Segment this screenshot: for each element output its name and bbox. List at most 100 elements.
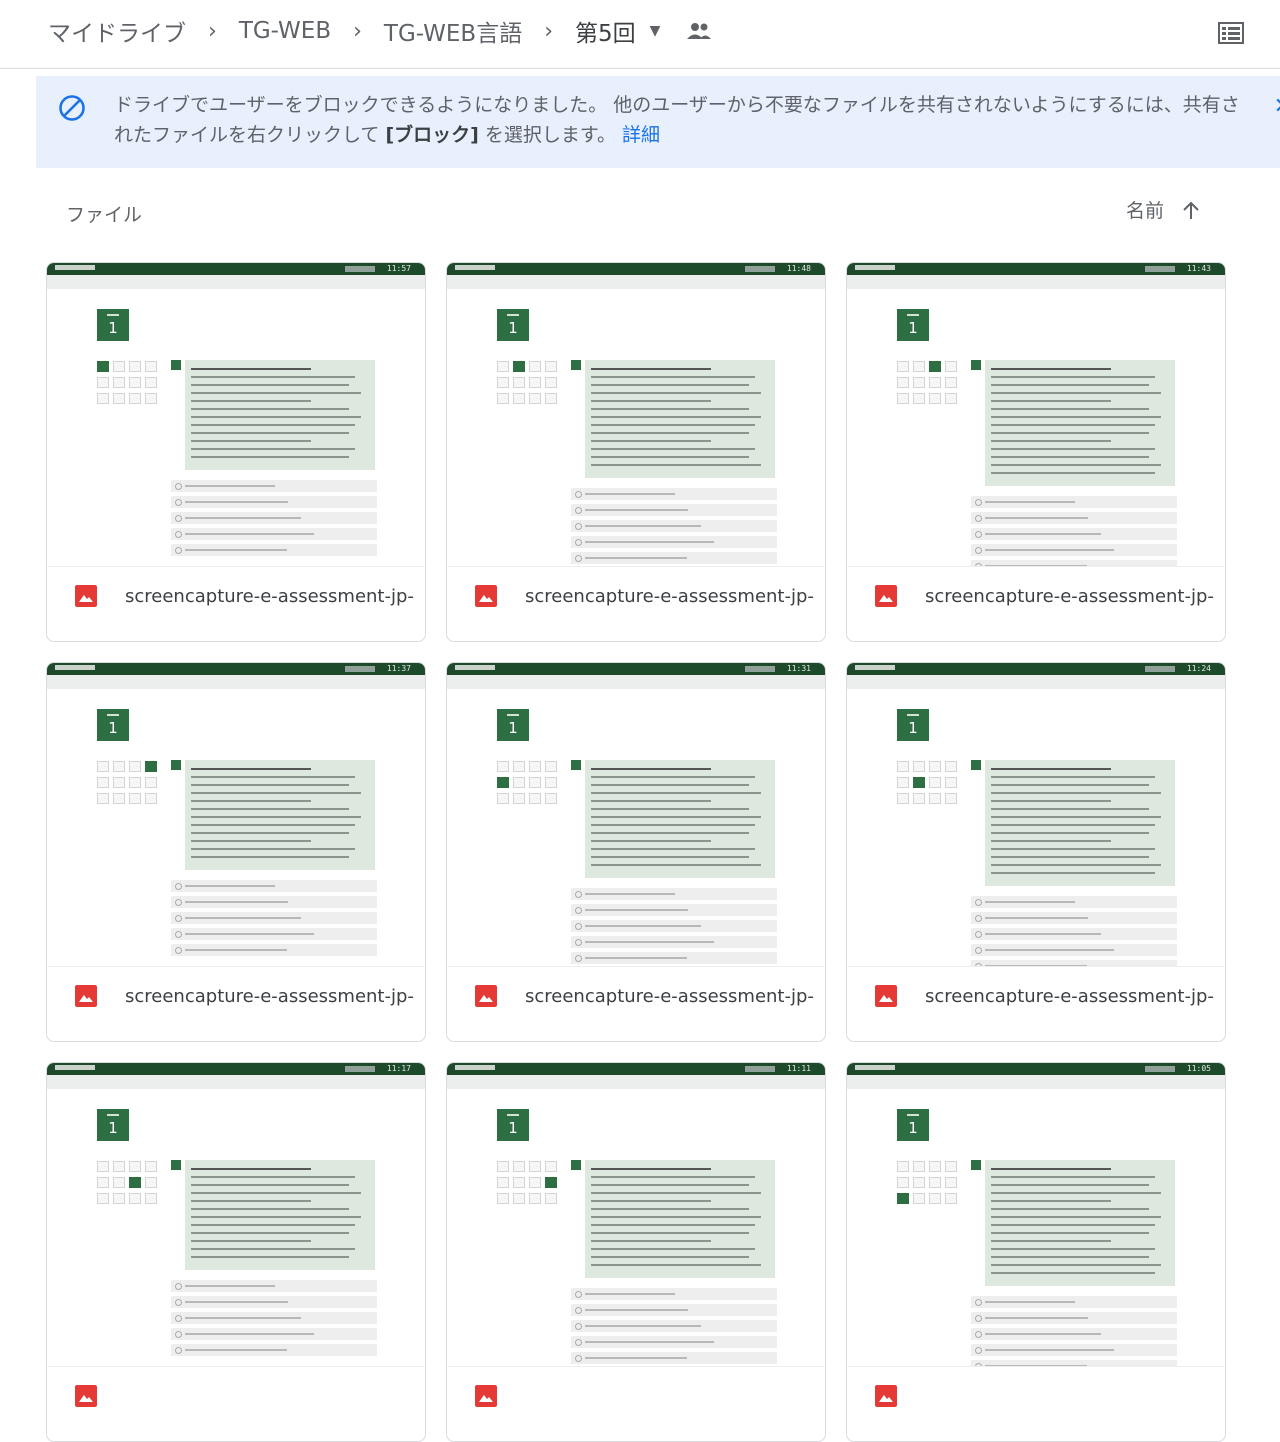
image-file-icon: [475, 1385, 497, 1407]
answer-option: [171, 544, 377, 556]
question-nav-cell: [513, 1161, 525, 1172]
answer-option: [971, 496, 1177, 508]
option-text-line: [585, 925, 701, 927]
file-card[interactable]: 11:48 1 screencapture-e-assessment-jp-1.…: [446, 262, 826, 642]
answer-option: [971, 928, 1177, 940]
file-thumbnail[interactable]: 11:43 1: [847, 263, 1225, 567]
sort-label[interactable]: 名前: [1126, 196, 1164, 223]
question-nav-cell: [97, 1177, 109, 1188]
text-line: [191, 808, 349, 810]
file-card[interactable]: 11:31 1 screencapture-e-assessment-jp-1.…: [446, 662, 826, 1042]
breadcrumb-my-drive[interactable]: マイドライブ: [48, 14, 186, 48]
option-text-line: [585, 1357, 687, 1359]
text-line: [191, 1208, 349, 1210]
shared-people-icon[interactable]: [686, 21, 712, 41]
text-line: [191, 400, 311, 402]
text-line: [991, 840, 1111, 842]
option-text-line: [985, 901, 1075, 903]
question-nav-cell: [945, 377, 957, 388]
text-line: [191, 408, 349, 410]
question-nav-cell: [529, 1177, 541, 1188]
breadcrumb-current-folder[interactable]: 第5回: [575, 14, 636, 48]
file-name[interactable]: screencapture-e-assessment-jp-1...: [525, 986, 815, 1007]
thumb-subheader: [847, 1075, 1225, 1089]
caret-down-icon[interactable]: ▼: [650, 23, 661, 39]
answer-option: [971, 1328, 1177, 1340]
text-line: [591, 1264, 761, 1266]
thumb-timer: 11:11: [786, 1064, 811, 1073]
file-card[interactable]: 11:37 1 screencapture-e-assessment-jp-1.…: [46, 662, 426, 1042]
file-thumbnail[interactable]: 11:37 1: [47, 663, 425, 967]
text-line: [991, 768, 1111, 770]
text-line: [991, 456, 1149, 458]
question-nav-cell: [897, 1161, 909, 1172]
info-banner: ドライブでユーザーをブロックできるようになりました。 他のユーザーから不要なファ…: [36, 76, 1280, 168]
question-nav-cell: [497, 1193, 509, 1204]
question-panel: [185, 760, 375, 870]
thumb-status-pill: [345, 1066, 375, 1072]
image-file-icon: [875, 585, 897, 607]
file-thumbnail[interactable]: 11:24 1: [847, 663, 1225, 967]
question-nav-cell: [545, 377, 557, 388]
file-name[interactable]: screencapture-e-assessment-jp-1...: [125, 986, 415, 1007]
question-badge: 1: [97, 1109, 129, 1141]
question-nav-cell: [145, 393, 157, 404]
file-card[interactable]: 11:43 1 screencapture-e-assessment-jp-1.…: [846, 262, 1226, 642]
file-thumbnail[interactable]: 11:57 1: [47, 263, 425, 567]
file-thumbnail[interactable]: 11:11 1: [447, 1063, 825, 1367]
thumb-header-bar: 11:05: [847, 1063, 1225, 1075]
breadcrumb-tg-web-language[interactable]: TG-WEB言語: [384, 14, 522, 48]
thumb-timer: 11:48: [786, 264, 811, 273]
answer-option: [971, 512, 1177, 524]
answer-option: [571, 504, 777, 516]
file-thumbnail[interactable]: 11:17 1: [47, 1063, 425, 1367]
file-name[interactable]: screencapture-e-assessment-jp-1...: [125, 586, 415, 607]
question-panel: [185, 360, 375, 470]
question-nav-cell: [529, 1161, 541, 1172]
question-nav-cell: [545, 761, 557, 772]
question-nav-cell: [529, 393, 541, 404]
image-file-icon: [75, 585, 97, 607]
close-icon[interactable]: ✕: [1274, 94, 1280, 119]
text-line: [991, 1248, 1155, 1250]
file-card[interactable]: 11:57 1 screencapture-e-assessment-jp-1.…: [46, 262, 426, 642]
question-nav-cell: [145, 1161, 157, 1172]
file-card[interactable]: 11:11 1: [446, 1062, 826, 1442]
text-line: [591, 1176, 755, 1178]
question-nav-cell: [929, 361, 941, 372]
question-nav-cell: [97, 393, 109, 404]
file-name[interactable]: screencapture-e-assessment-jp-1...: [925, 586, 1215, 607]
file-name[interactable]: screencapture-e-assessment-jp-1...: [525, 586, 815, 607]
answer-option: [971, 544, 1177, 556]
thumb-subheader: [447, 1075, 825, 1089]
question-nav-cell: [945, 393, 957, 404]
divider: [47, 966, 425, 967]
file-name[interactable]: screencapture-e-assessment-jp-1...: [925, 986, 1215, 1007]
learn-more-link[interactable]: 詳細: [622, 124, 660, 146]
answer-option: [171, 1344, 377, 1356]
question-nav-cell: [97, 1193, 109, 1204]
file-card[interactable]: 11:17 1: [46, 1062, 426, 1442]
file-card[interactable]: 11:24 1 screencapture-e-assessment-jp-1.…: [846, 662, 1226, 1042]
question-nav-cell: [945, 1193, 957, 1204]
file-name-row: screencapture-e-assessment-jp-1...: [475, 985, 815, 1007]
file-thumbnail[interactable]: 11:05 1: [847, 1063, 1225, 1367]
text-line: [591, 784, 749, 786]
breadcrumb-tg-web[interactable]: TG-WEB: [239, 18, 331, 44]
divider: [47, 1366, 425, 1367]
option-text-line: [585, 525, 701, 527]
text-line: [991, 824, 1155, 826]
file-card[interactable]: 11:05 1: [846, 1062, 1226, 1442]
question-nav-cell: [113, 777, 125, 788]
text-line: [591, 816, 761, 818]
list-view-icon[interactable]: [1218, 22, 1244, 44]
arrow-up-icon[interactable]: [1182, 200, 1200, 220]
text-line: [991, 784, 1149, 786]
question-nav-cell: [929, 377, 941, 388]
answer-option: [971, 896, 1177, 908]
file-thumbnail[interactable]: 11:31 1: [447, 663, 825, 967]
file-thumbnail[interactable]: 11:48 1: [447, 263, 825, 567]
question-nav-cell: [945, 1161, 957, 1172]
option-text-line: [585, 493, 675, 495]
sort-control[interactable]: 名前: [1126, 196, 1200, 223]
